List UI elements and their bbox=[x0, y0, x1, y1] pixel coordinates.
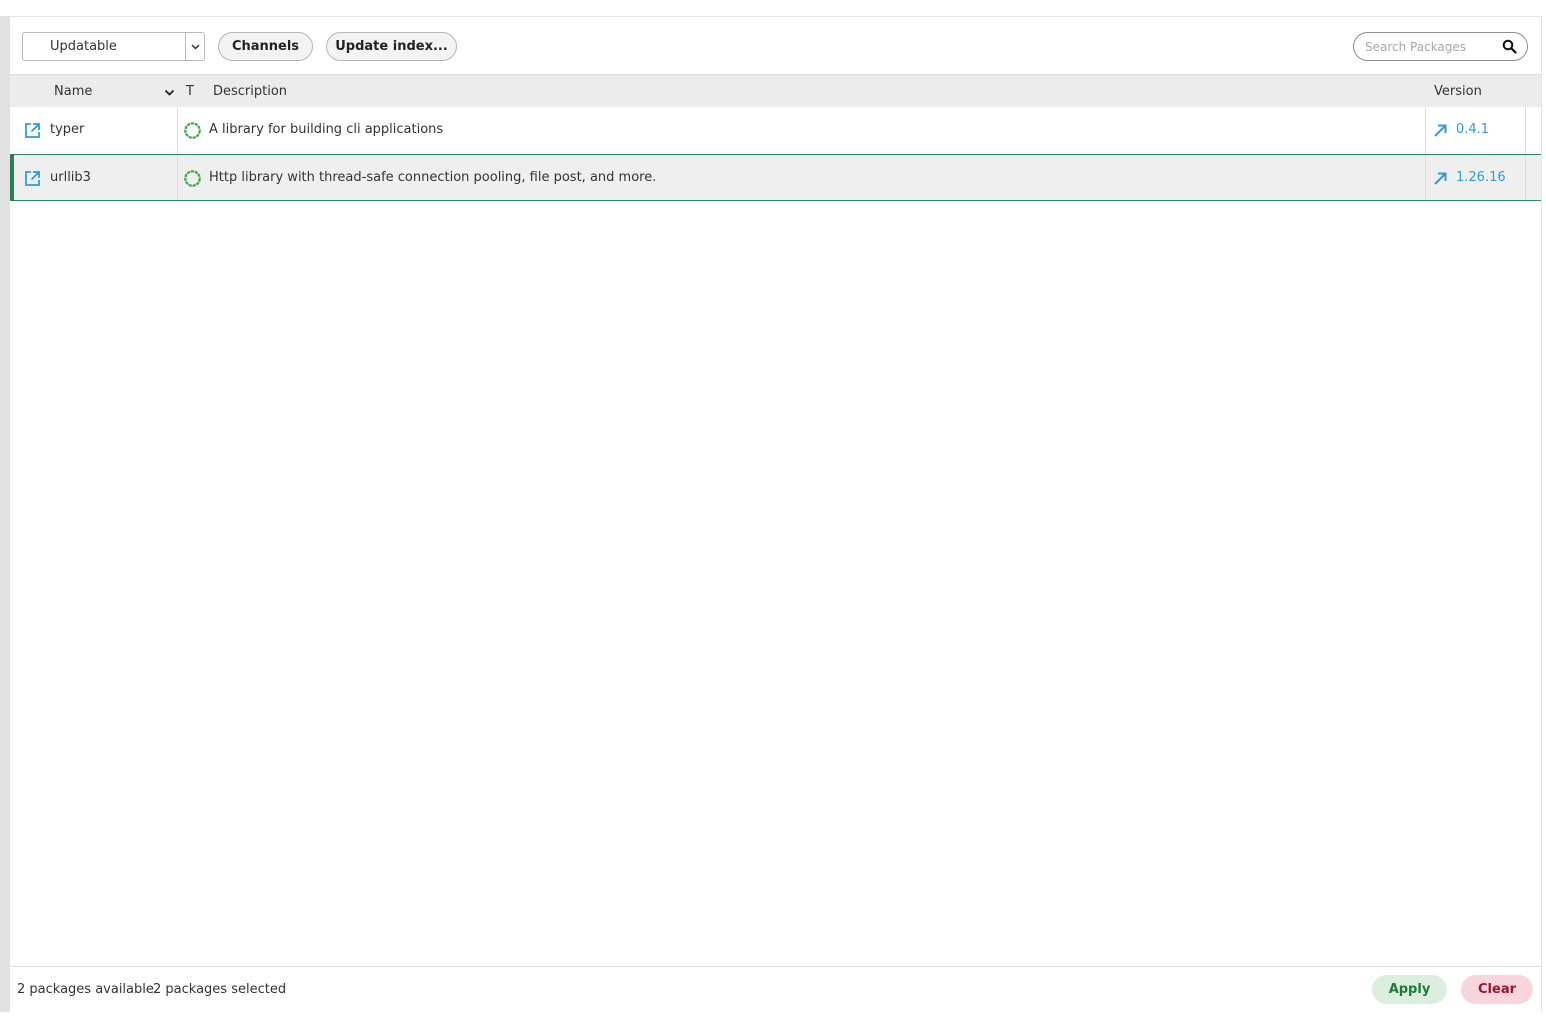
external-link-icon[interactable] bbox=[24, 170, 41, 191]
sort-chevron-down-icon[interactable] bbox=[164, 86, 175, 101]
package-description: Http library with thread-safe connection… bbox=[209, 170, 657, 185]
chevron-down-icon[interactable] bbox=[185, 33, 204, 60]
search-input[interactable] bbox=[1363, 38, 1493, 55]
update-index-button[interactable]: Update index... bbox=[326, 32, 457, 61]
package-description: A library for building cli applications bbox=[209, 122, 444, 137]
table-header: Name T Description Version bbox=[10, 74, 1541, 107]
filter-dropdown-value: Updatable bbox=[50, 39, 117, 54]
spinner-ring-icon bbox=[183, 169, 202, 192]
package-manager-window: Updatable Channels Update index... Name … bbox=[0, 0, 1546, 1020]
packages-panel: Updatable Channels Update index... Name … bbox=[10, 16, 1542, 1013]
table-row-selected[interactable]: urllib3 Http library with thread-safe co… bbox=[10, 154, 1541, 201]
external-link-icon[interactable] bbox=[24, 122, 41, 143]
package-name: typer bbox=[50, 122, 85, 137]
channels-button[interactable]: Channels bbox=[218, 32, 313, 61]
column-header-name[interactable]: Name bbox=[54, 84, 92, 99]
filter-dropdown[interactable]: Updatable bbox=[22, 32, 205, 61]
packages-available-text: 2 packages available bbox=[17, 982, 154, 997]
column-header-type[interactable]: T bbox=[186, 84, 194, 99]
column-divider bbox=[1525, 107, 1526, 154]
left-edge-strip bbox=[0, 16, 10, 1012]
packages-selected-text: 2 packages selected bbox=[153, 982, 287, 997]
arrow-up-right-icon bbox=[1433, 171, 1448, 190]
spinner-ring-icon bbox=[183, 121, 202, 144]
package-version: 0.4.1 bbox=[1456, 122, 1490, 137]
column-header-description[interactable]: Description bbox=[213, 84, 287, 99]
package-version: 1.26.16 bbox=[1456, 170, 1506, 185]
selection-indicator bbox=[10, 154, 14, 201]
table-row[interactable]: typer A library for building cli applica… bbox=[10, 107, 1541, 154]
clear-button[interactable]: Clear bbox=[1461, 975, 1533, 1004]
column-divider bbox=[177, 155, 178, 200]
column-header-version[interactable]: Version bbox=[1434, 84, 1482, 99]
column-divider bbox=[177, 107, 178, 154]
search-icon[interactable] bbox=[1502, 39, 1517, 58]
column-divider bbox=[1425, 107, 1426, 154]
status-footer: 2 packages available 2 packages selected… bbox=[10, 966, 1541, 1013]
search-packages-field[interactable] bbox=[1353, 32, 1528, 61]
column-divider bbox=[1425, 155, 1426, 200]
apply-button[interactable]: Apply bbox=[1372, 975, 1447, 1004]
arrow-up-right-icon bbox=[1433, 123, 1448, 142]
toolbar: Updatable Channels Update index... bbox=[10, 17, 1541, 74]
package-name: urllib3 bbox=[50, 170, 91, 185]
column-divider bbox=[1525, 155, 1526, 200]
